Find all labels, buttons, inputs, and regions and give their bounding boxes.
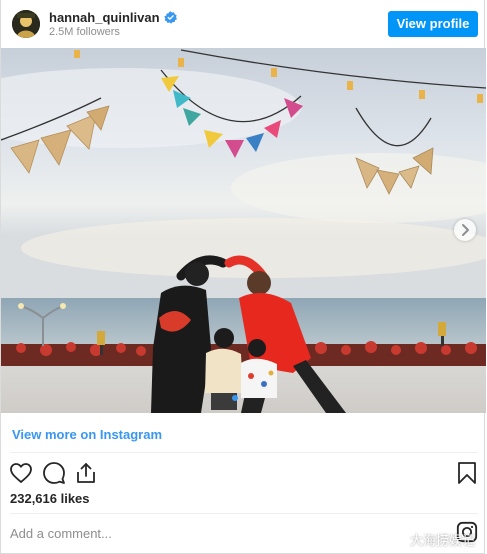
post-actions xyxy=(1,458,486,488)
bookmark-icon[interactable] xyxy=(455,461,479,485)
post-photo[interactable] xyxy=(1,48,486,413)
share-upload-icon[interactable] xyxy=(74,461,98,485)
add-comment-input[interactable]: Add a comment... xyxy=(10,526,112,541)
view-more-link[interactable]: View more on Instagram xyxy=(12,427,162,442)
post-header: hannah_quinlivan 2.5M followers View pro… xyxy=(1,0,486,48)
avatar[interactable] xyxy=(12,10,40,38)
carousel-indicator xyxy=(232,395,238,401)
comment-bubble-icon[interactable] xyxy=(42,461,66,485)
view-profile-button[interactable]: View profile xyxy=(388,11,478,37)
username-row: hannah_quinlivan xyxy=(49,10,177,25)
verified-badge-icon xyxy=(163,11,177,24)
divider xyxy=(10,513,478,514)
follower-count: 2.5M followers xyxy=(49,26,120,38)
instagram-embed: hannah_quinlivan 2.5M followers View pro… xyxy=(0,0,486,554)
username[interactable]: hannah_quinlivan xyxy=(49,10,160,25)
heart-icon[interactable] xyxy=(9,461,33,485)
carousel-next-button[interactable] xyxy=(454,219,476,241)
like-count[interactable]: 232,616 likes xyxy=(10,491,90,506)
watermark: 大海捞娱记 xyxy=(410,534,476,549)
divider xyxy=(10,452,478,453)
chevron-right-icon xyxy=(462,224,469,236)
